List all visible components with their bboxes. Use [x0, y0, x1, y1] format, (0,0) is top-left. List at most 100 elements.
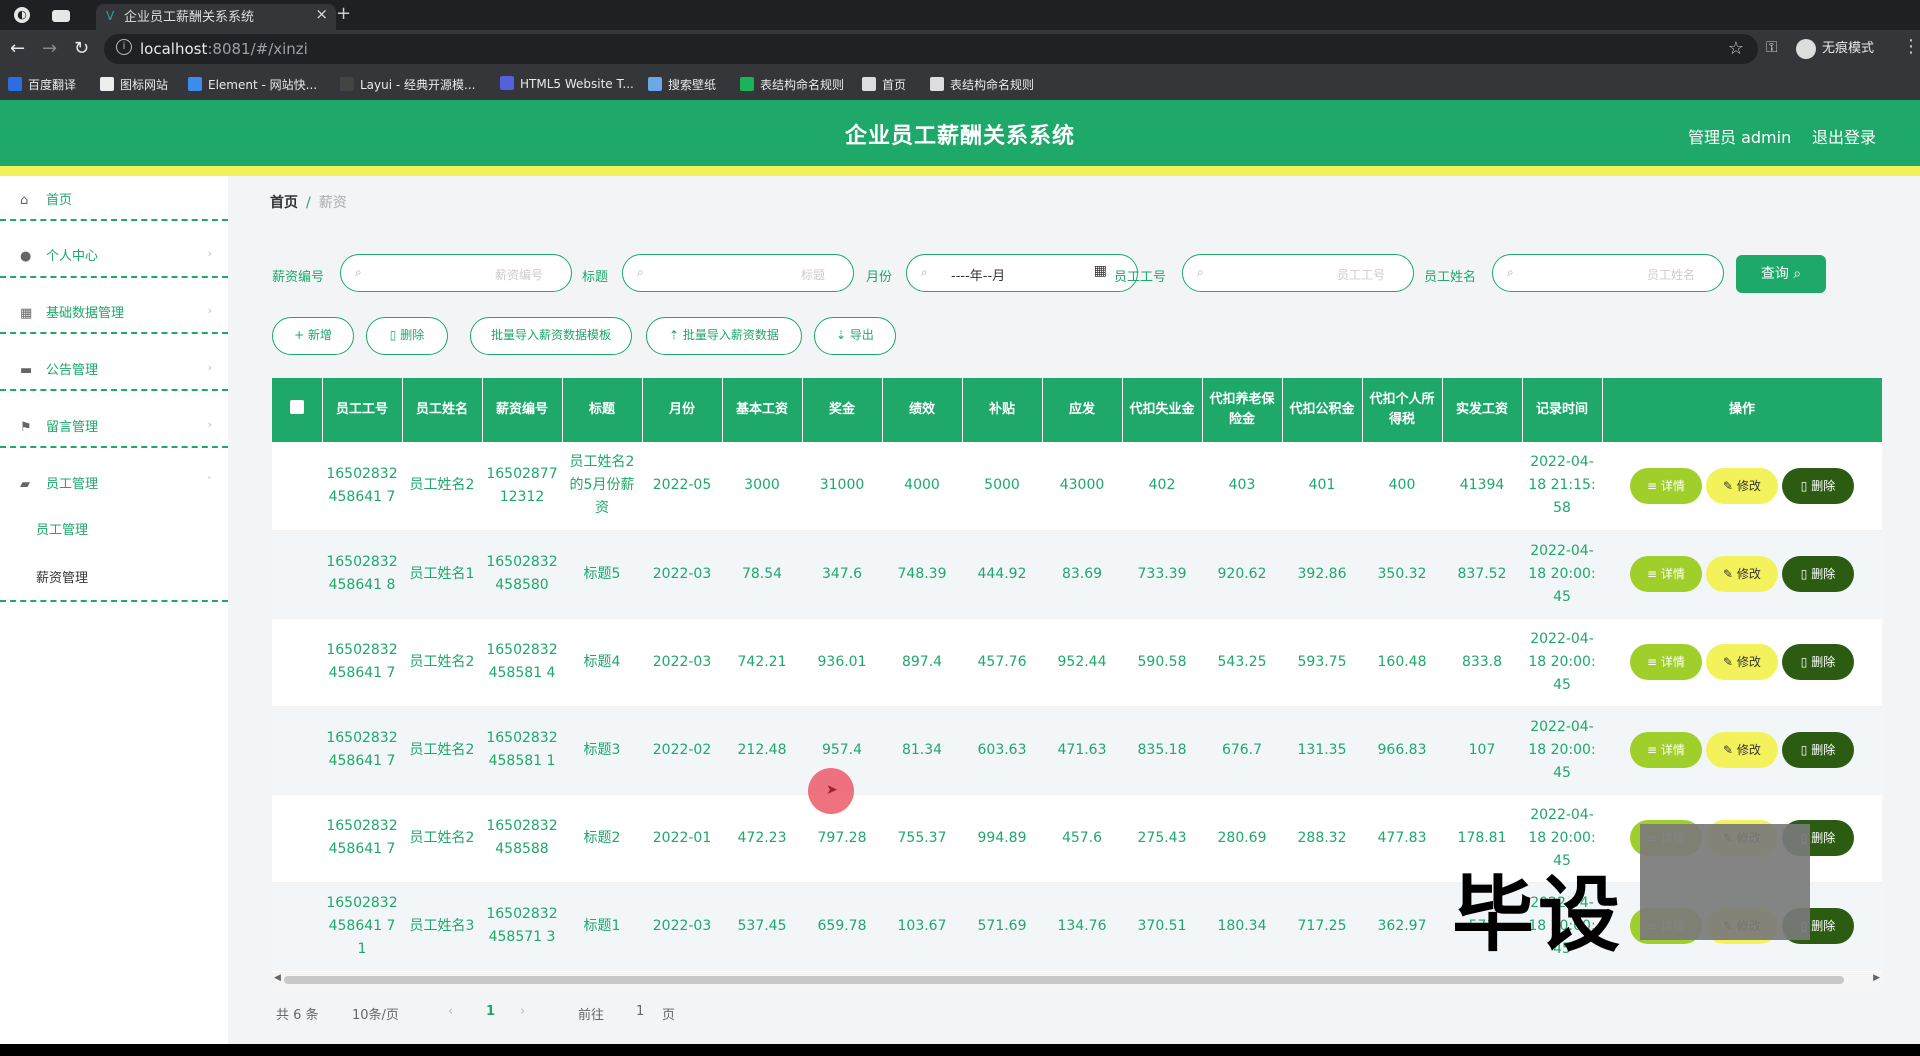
- salary-no-input[interactable]: ⌕ 薪资编号: [340, 254, 572, 292]
- sidebar-item-employees[interactable]: ▰ 员工管理 ˆ: [0, 460, 228, 508]
- row-select-cell[interactable]: [272, 882, 322, 971]
- edit-button[interactable]: ✎ 修改: [1706, 644, 1778, 680]
- horizontal-scrollbar[interactable]: ◀ ▶: [272, 972, 1882, 988]
- table-cell: 362.97: [1362, 882, 1442, 971]
- bookmark-item[interactable]: 表结构命名规则: [740, 76, 844, 93]
- bookmark-item[interactable]: 搜索壁纸: [648, 76, 716, 93]
- column-header[interactable]: 实发工资: [1442, 378, 1523, 442]
- emp-no-input[interactable]: ⌕ 员工工号: [1182, 254, 1414, 292]
- row-select-cell[interactable]: [272, 530, 322, 619]
- scrollbar-thumb[interactable]: [284, 976, 1844, 984]
- sidebar-item-notice[interactable]: ▬ 公告管理 ›: [0, 346, 228, 394]
- edit-button[interactable]: ✎ 修改: [1706, 732, 1778, 768]
- table-cell: 16502832458641 71: [322, 882, 402, 971]
- incognito-icon: [1796, 38, 1816, 59]
- bookmark-item[interactable]: HTML5 Website T...: [500, 76, 634, 91]
- incognito-badge[interactable]: 无痕模式: [1796, 37, 1874, 59]
- bookmark-item[interactable]: 图标网站: [100, 76, 168, 93]
- key-icon[interactable]: ⚿: [1766, 38, 1777, 56]
- submenu-salary-management[interactable]: 薪资管理: [36, 567, 88, 586]
- search-icon: ⌕: [637, 265, 644, 279]
- back-icon[interactable]: ←: [10, 38, 25, 59]
- row-delete-button[interactable]: ▯ 删除: [1782, 556, 1854, 592]
- row-select-cell[interactable]: [272, 706, 322, 795]
- column-header[interactable]: 绩效: [882, 378, 963, 442]
- sidebar-item-basic-data[interactable]: ▦ 基础数据管理 ›: [0, 289, 228, 337]
- sidebar-item-label: 留言管理: [46, 420, 99, 435]
- breadcrumb-home[interactable]: 首页: [270, 195, 298, 211]
- prev-page-icon[interactable]: ‹: [448, 1004, 453, 1019]
- import-button[interactable]: ⇡ 批量导入薪资数据: [646, 317, 802, 355]
- watermark-text: 毕设: [1452, 868, 1625, 963]
- reload-icon[interactable]: ↻: [74, 38, 89, 59]
- new-tab-icon[interactable]: +: [336, 3, 351, 24]
- bookmark-star-icon[interactable]: ☆: [1728, 38, 1744, 59]
- column-header[interactable]: 代扣公积金: [1282, 378, 1363, 442]
- column-header[interactable]: 操作: [1602, 378, 1882, 442]
- column-header[interactable]: 标题: [562, 378, 643, 442]
- delete-label: 删除: [1811, 478, 1836, 493]
- detail-button[interactable]: ≡ 详情: [1630, 467, 1702, 504]
- row-delete-button[interactable]: ▯ 删除: [1782, 644, 1854, 680]
- column-header[interactable]: 应发: [1042, 378, 1123, 442]
- delete-button[interactable]: ▯ 删除: [366, 317, 448, 355]
- scroll-left-icon[interactable]: ◀: [274, 973, 281, 983]
- tab-search-icon[interactable]: [52, 10, 70, 22]
- row-select-cell[interactable]: [272, 442, 322, 531]
- row-delete-button[interactable]: ▯ 删除: [1782, 467, 1854, 504]
- delete-label: 删除: [1811, 655, 1836, 669]
- column-header[interactable]: 员工工号: [322, 378, 403, 442]
- bookmark-item[interactable]: 首页: [862, 76, 906, 93]
- export-button[interactable]: ⇣ 导出: [814, 317, 896, 355]
- submenu-employee-management[interactable]: 员工管理: [36, 519, 88, 538]
- column-header[interactable]: 薪资编号: [482, 378, 563, 442]
- delete-icon: ▯: [1800, 743, 1812, 757]
- goto-page-input[interactable]: 1: [636, 1004, 644, 1019]
- column-header[interactable]: 代扣失业金: [1122, 378, 1203, 442]
- bookmark-item[interactable]: Layui - 经典开源模...: [340, 76, 475, 93]
- edit-button[interactable]: ✎ 修改: [1706, 467, 1778, 504]
- url-input[interactable]: i localhost:8081/#/xinzi ☆: [104, 34, 1758, 64]
- export-label: 导出: [849, 328, 874, 342]
- current-page[interactable]: 1: [486, 1004, 495, 1019]
- more-icon[interactable]: ⋮: [1902, 36, 1920, 57]
- sidebar-item-profile[interactable]: ● 个人中心 ›: [0, 232, 228, 280]
- column-header[interactable]: 代扣养老保险金: [1202, 378, 1283, 442]
- column-header[interactable]: 记录时间: [1522, 378, 1603, 442]
- detail-button[interactable]: ≡ 详情: [1630, 732, 1702, 768]
- sidebar-item-home[interactable]: ⌂ 首页: [0, 176, 228, 224]
- column-header[interactable]: 员工姓名: [402, 378, 483, 442]
- site-info-icon[interactable]: i: [116, 39, 132, 55]
- bookmark-item[interactable]: 表结构命名规则: [930, 76, 1034, 93]
- edit-button[interactable]: ✎ 修改: [1706, 556, 1778, 592]
- select-all-checkbox[interactable]: [289, 399, 304, 414]
- emp-name-input[interactable]: ⌕ 员工姓名: [1492, 254, 1724, 292]
- column-header[interactable]: 补贴: [962, 378, 1043, 442]
- next-page-icon[interactable]: ›: [520, 1004, 525, 1019]
- detail-button[interactable]: ≡ 详情: [1630, 556, 1702, 592]
- detail-button[interactable]: ≡ 详情: [1630, 644, 1702, 680]
- logout-link[interactable]: 退出登录: [1812, 124, 1876, 148]
- forward-icon[interactable]: →: [42, 38, 57, 59]
- column-header[interactable]: 基本工资: [722, 378, 803, 442]
- browser-menu-icon[interactable]: ◐: [14, 7, 30, 23]
- scroll-right-icon[interactable]: ▶: [1873, 973, 1880, 983]
- column-header[interactable]: 奖金: [802, 378, 883, 442]
- row-select-cell[interactable]: [272, 618, 322, 707]
- add-button[interactable]: + 新增: [272, 317, 354, 355]
- bookmark-item[interactable]: Element - 网站快...: [188, 76, 317, 93]
- column-header[interactable]: 月份: [642, 378, 723, 442]
- month-picker[interactable]: ⌕ ----年--月 ▦: [906, 254, 1138, 292]
- sidebar-item-messages[interactable]: ⚑ 留言管理 ›: [0, 403, 228, 451]
- query-button[interactable]: 查询 ⌕: [1736, 255, 1826, 293]
- close-tab-icon[interactable]: ×: [315, 5, 328, 23]
- row-delete-button[interactable]: ▯ 删除: [1782, 732, 1854, 768]
- calendar-icon[interactable]: ▦: [1094, 263, 1107, 279]
- import-template-button[interactable]: 批量导入薪资数据模板: [470, 317, 632, 355]
- row-select-cell[interactable]: [272, 794, 322, 883]
- page-size-select[interactable]: 10条/页: [352, 1004, 399, 1023]
- browser-tab[interactable]: V 企业员工薪酬关系系统 ×: [96, 4, 336, 30]
- title-input[interactable]: ⌕ 标题: [622, 254, 854, 292]
- column-header[interactable]: 代扣个人所得税: [1362, 378, 1443, 442]
- bookmark-item[interactable]: 百度翻译: [8, 76, 76, 93]
